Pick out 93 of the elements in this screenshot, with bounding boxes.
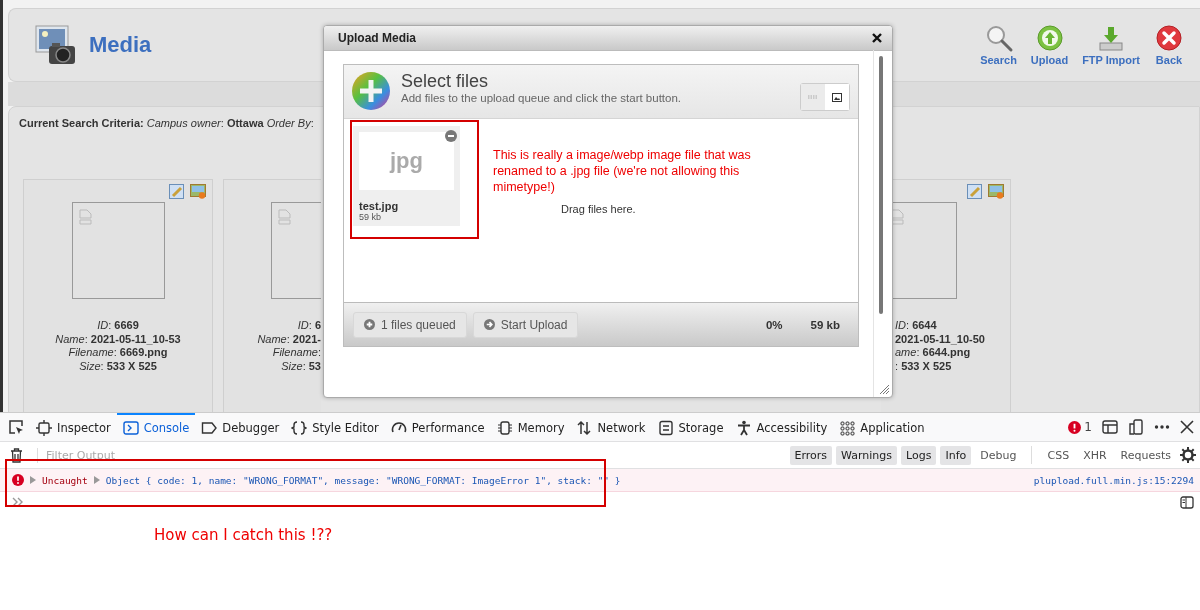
filter-toggle[interactable]: Logs (901, 445, 937, 465)
start-upload-button[interactable]: Start Upload (472, 311, 579, 338)
filter-field[interactable]: Filter Output (37, 447, 228, 463)
filter-toggle[interactable]: Info (940, 445, 972, 465)
devtools-tab[interactable]: Style Editor (285, 413, 385, 441)
plus-circle-icon (364, 319, 375, 330)
broken-file-icon (891, 209, 905, 225)
devtools-tab[interactable]: Network (570, 413, 652, 441)
view-toggle[interactable] (801, 84, 825, 110)
close-icon[interactable] (1180, 420, 1194, 434)
card-text: ID: 6 (297, 319, 321, 333)
filter-toggle[interactable]: Requests (1115, 445, 1176, 465)
upload-total: 59 kb (810, 318, 840, 331)
devtools-tab[interactable]: Performance (384, 413, 491, 441)
card-text: ame: 6644.png (895, 346, 971, 360)
broken-file-icon (78, 209, 93, 225)
file-tile[interactable]: jpg test.jpg 59 kb (353, 126, 460, 226)
close-icon[interactable] (872, 33, 882, 43)
page-title: Media (89, 32, 152, 58)
card-text: Size: 53 (281, 359, 321, 373)
element-picker-icon[interactable] (8, 419, 24, 435)
expand-icon[interactable] (30, 476, 36, 484)
resize-handle-icon[interactable] (879, 384, 890, 395)
file-size: 59 kb (359, 212, 382, 222)
toolbar-button[interactable]: Back (1152, 24, 1186, 66)
settings-icon[interactable] (1180, 447, 1196, 463)
file-name: test.jpg (359, 200, 400, 212)
uploader-hint: Add files to the upload queue and click the start button. (401, 91, 683, 105)
list-view-icon (808, 95, 818, 99)
filter-toggle[interactable]: XHR (1078, 445, 1112, 465)
trash-icon[interactable] (10, 447, 23, 463)
picture-remove-icon[interactable] (190, 184, 206, 199)
file-type-label: jpg (359, 132, 454, 190)
annotation-text: This is really a image/webp image file that was renamed to a .jpg file (we're not allowing this mimetype!) (493, 147, 752, 195)
tag-icon (201, 420, 218, 436)
prompt-chevron-icon[interactable] (12, 497, 24, 507)
filter-toggle[interactable]: Errors (789, 445, 833, 465)
search-criteria: Current Search Criteria: Campus owner: Ottawa Order By: (19, 117, 315, 129)
arrows-icon (576, 420, 593, 436)
card-text: Name: 2021-05-11_10-53 (55, 332, 181, 346)
source-link[interactable]: plupload.full.min.js:15:2294 (1033, 474, 1194, 486)
error-icon (12, 474, 24, 486)
error-count[interactable]: 1 (1084, 420, 1092, 434)
toolbar-button[interactable]: Upload (1028, 24, 1071, 66)
filter-toggle[interactable]: Warnings (836, 445, 898, 465)
devtools-tab[interactable]: Accessibility (729, 413, 834, 441)
devtools-tab[interactable]: Application (833, 413, 931, 441)
camera-photo-icon (35, 24, 77, 66)
card-text: Name: 2021- (257, 332, 321, 346)
error-prefix: Uncaught (42, 474, 88, 486)
scrollbar-thumb[interactable] (879, 56, 883, 314)
arrow-circle-icon (483, 319, 495, 330)
add-circle-icon (351, 71, 391, 111)
devtools-tab[interactable]: Storage (651, 413, 730, 441)
remove-icon[interactable] (445, 130, 457, 142)
drop-hint: Drag files here. (561, 203, 637, 215)
toolbar-button[interactable]: Search (978, 24, 1019, 66)
devtools-tab[interactable]: Console (116, 413, 196, 441)
layout-icon[interactable] (1102, 419, 1118, 435)
annotation-text: How can I catch this !?? (154, 526, 333, 544)
error-icon (1068, 420, 1082, 434)
card-text: Filename: (272, 346, 321, 360)
responsive-icon[interactable] (1128, 419, 1144, 435)
upload-percent: 0% (765, 318, 783, 331)
devtools-tab[interactable]: Inspector (30, 413, 117, 441)
image-icon (832, 92, 842, 102)
braces-icon (291, 420, 308, 436)
toolbar-button[interactable]: FTP Import (1080, 24, 1142, 66)
filter-toggle[interactable]: Debug (975, 445, 1022, 465)
devtools-tab[interactable]: Debugger (195, 413, 286, 441)
box-icon (36, 420, 52, 436)
broken-file-icon (278, 209, 292, 225)
files-queued-button[interactable]: 1 files queued (353, 311, 467, 338)
expand-icon[interactable] (93, 476, 100, 484)
console-icon (122, 420, 139, 436)
chip-icon (496, 420, 513, 436)
dialog-title: Upload Media (338, 31, 416, 45)
card-text: : 533 X 525 (895, 359, 952, 373)
card-text: Size: 533 X 525 (79, 359, 157, 373)
person-icon (735, 420, 752, 436)
uploader-heading: Select files (401, 71, 490, 91)
picture-remove-icon[interactable] (988, 184, 1004, 199)
sidebar-icon[interactable] (1180, 495, 1194, 509)
card-text: ID: 6644 (895, 319, 937, 333)
card-text: Filename: 6669.png (68, 346, 168, 360)
close-icon (1154, 24, 1184, 54)
card-text: 2021-05-11_10-50 (895, 332, 985, 346)
view-toggle[interactable] (825, 84, 849, 110)
filter-toggle[interactable]: CSS (1042, 445, 1075, 465)
grid-icon (839, 420, 856, 436)
devtools-tab[interactable]: Memory (490, 413, 571, 441)
card-text: ID: 6669 (97, 319, 139, 333)
cabinet-icon (657, 420, 674, 436)
